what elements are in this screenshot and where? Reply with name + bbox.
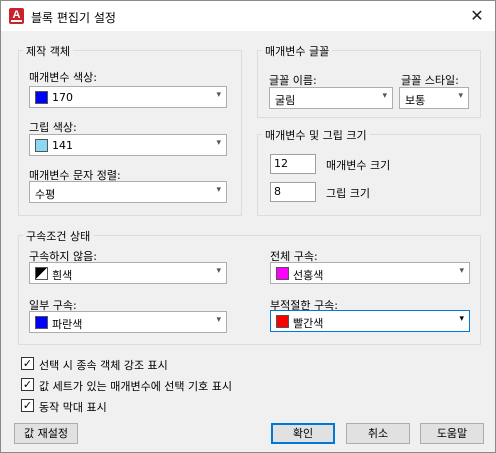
chevron-down-icon: ▾ [382, 91, 387, 101]
chevron-down-icon: ▾ [459, 266, 464, 276]
param-color-select[interactable]: 170 ▾ [29, 86, 227, 108]
unconstrained-color-swatch [35, 267, 48, 280]
sizes-group: 매개변수 및 그립 크기 [257, 127, 481, 216]
chevron-down-icon: ▾ [216, 185, 221, 195]
cancel-button[interactable]: 취소 [346, 423, 410, 444]
font-style-label: 글꼴 스타일: [401, 74, 459, 87]
param-size-label: 매개변수 크기 [326, 159, 391, 172]
show-value-set-grip-label: 값 세트가 있는 매개변수에 선택 기호 표시 [39, 380, 233, 393]
close-icon[interactable]: ✕ [465, 5, 489, 27]
font-name-value: 굴림 [275, 94, 296, 107]
chevron-down-icon: ▾ [216, 138, 221, 148]
fully-constrained-color-swatch [276, 267, 289, 280]
param-color-swatch [35, 91, 48, 104]
grip-color-label: 그립 색상: [29, 121, 77, 134]
create-objects-title: 제작 객체 [23, 43, 73, 59]
unconstrained-color-value: 흰색 [52, 269, 73, 282]
font-name-label: 글꼴 이름: [269, 74, 317, 87]
show-action-bar-checkbox[interactable]: ✓ [21, 399, 34, 412]
grip-size-input[interactable]: 8 [270, 182, 316, 202]
ok-button[interactable]: 확인 [271, 423, 335, 444]
improperly-constrained-color-value: 빨간색 [293, 317, 324, 330]
fully-constrained-color-select[interactable]: 선홍색 ▾ [270, 262, 470, 284]
window-title: 블록 편집기 설정 [31, 11, 116, 25]
font-name-select[interactable]: 굴림 ▾ [269, 87, 393, 109]
param-text-align-value: 수평 [35, 188, 56, 201]
show-value-set-grip-checkbox[interactable]: ✓ [21, 378, 34, 391]
highlight-dependent-label: 선택 시 종속 객체 강조 표시 [39, 359, 168, 372]
chevron-down-icon: ▾ [216, 315, 221, 325]
block-editor-settings-dialog: A 블록 편집기 설정 ✕ 제작 객체 매개변수 색상: 170 ▾ 그립 색상… [0, 0, 496, 453]
partially-constrained-color-swatch [35, 316, 48, 329]
grip-size-label: 그립 크기 [326, 187, 370, 200]
font-style-select[interactable]: 보통 ▾ [399, 87, 469, 109]
checkmark-icon: ✓ [22, 357, 33, 370]
autocad-app-icon: A [9, 8, 24, 24]
unconstrained-color-select[interactable]: 흰색 ▾ [29, 262, 227, 284]
font-style-value: 보통 [405, 94, 426, 107]
chevron-down-icon: ▾ [459, 314, 464, 324]
title-bar: A 블록 편집기 설정 ✕ [1, 1, 495, 31]
param-color-value: 170 [52, 91, 73, 104]
fully-constrained-color-value: 선홍색 [293, 269, 324, 282]
param-font-title: 매개변수 글꼴 [262, 43, 333, 59]
reset-values-button[interactable]: 값 재설정 [14, 423, 78, 444]
param-size-input[interactable]: 12 [270, 154, 316, 174]
constraint-status-title: 구속조건 상태 [23, 228, 94, 244]
chevron-down-icon: ▾ [216, 90, 221, 100]
sizes-title: 매개변수 및 그립 크기 [262, 127, 370, 143]
grip-color-value: 141 [52, 139, 73, 152]
improperly-constrained-color-select[interactable]: 빨간색 ▾ [270, 310, 470, 332]
show-action-bar-label: 동작 막대 표시 [39, 401, 107, 414]
param-text-align-select[interactable]: 수평 ▾ [29, 181, 227, 203]
partially-constrained-color-value: 파란색 [52, 318, 83, 331]
partially-constrained-color-select[interactable]: 파란색 ▾ [29, 311, 227, 333]
highlight-dependent-checkbox[interactable]: ✓ [21, 357, 34, 370]
chevron-down-icon: ▾ [216, 266, 221, 276]
chevron-down-icon: ▾ [458, 91, 463, 101]
checkmark-icon: ✓ [22, 399, 33, 412]
grip-color-swatch [35, 139, 48, 152]
grip-color-select[interactable]: 141 ▾ [29, 134, 227, 156]
improperly-constrained-color-swatch [276, 315, 289, 328]
checkmark-icon: ✓ [22, 378, 33, 391]
help-button[interactable]: 도움말 [420, 423, 484, 444]
param-color-label: 매개변수 색상: [29, 71, 97, 84]
